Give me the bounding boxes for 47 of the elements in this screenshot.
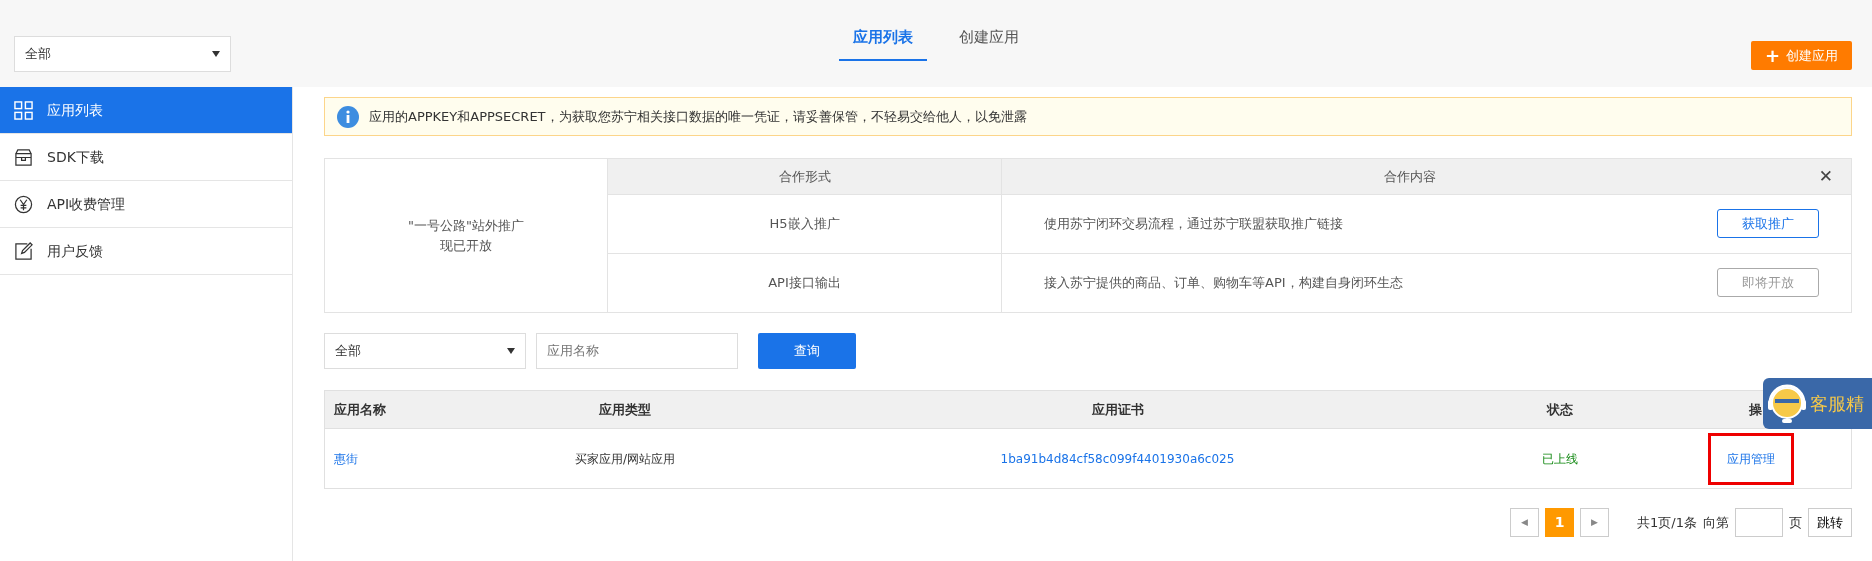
sidebar-item[interactable]: 用户反馈: [0, 228, 292, 275]
caret-icon: [507, 348, 515, 354]
prev-page-button[interactable]: ◀: [1510, 508, 1540, 537]
name-field[interactable]: 应用名称: [536, 333, 738, 369]
scope-select[interactable]: 全部: [14, 36, 231, 72]
column-header: 状态: [1547, 400, 1573, 419]
column-header: 应用证书: [1091, 400, 1144, 419]
table-cell-text: 买家应用/网站应用: [573, 450, 676, 468]
app-name-link[interactable]: 惠街: [325, 449, 475, 468]
grid-icon: [14, 100, 33, 120]
table-cell-text: H5嵌入推广: [769, 215, 840, 233]
support-widget[interactable]: 客服精: [1763, 378, 1872, 429]
goto-label: 向第: [1703, 513, 1729, 532]
certificate-link[interactable]: 1ba91b4d84cf58c099f4401930a6c025: [775, 449, 1460, 468]
tab[interactable]: 应用列表: [839, 26, 927, 61]
promo-title: "一号公路"站外推广 现已开放: [408, 217, 524, 255]
column-header: 操: [1749, 400, 1762, 419]
caret-icon: [212, 51, 220, 57]
page-summary: 共1页/1条: [1637, 513, 1697, 532]
table-cell-text: 使用苏宁闭环交易流程，通过苏宁联盟获取推广链接: [1044, 215, 1343, 233]
tab[interactable]: 创建应用: [945, 26, 1033, 61]
manage-link[interactable]: 应用管理: [1707, 432, 1794, 485]
status-text: 已上线: [1541, 450, 1579, 468]
sidebar-item[interactable]: 应用列表: [0, 87, 292, 134]
type-select[interactable]: 全部: [324, 333, 526, 369]
table-cell-text: API接口输出: [768, 274, 841, 292]
info-icon: [337, 105, 359, 128]
jump-button[interactable]: 跳转: [1808, 508, 1852, 537]
headset-icon: [1767, 382, 1807, 425]
sidebar-item[interactable]: SDK下载: [0, 134, 292, 181]
query-button[interactable]: 查询: [758, 333, 856, 369]
column-header: 应用名称: [333, 400, 386, 419]
column-header: 合作形式: [778, 167, 831, 186]
create-app-button[interactable]: + 创建应用: [1750, 41, 1852, 70]
page-number-field[interactable]: [1735, 508, 1783, 537]
sidebar-item[interactable]: API收费管理: [0, 181, 292, 228]
table-cell-text: 接入苏宁提供的商品、订单、购物车等API，构建自身闭环生态: [1044, 274, 1403, 292]
close-button[interactable]: ✕: [1818, 163, 1833, 190]
next-page-button[interactable]: ▶: [1580, 508, 1610, 537]
box-icon: [14, 147, 33, 167]
edit-icon: [14, 241, 33, 261]
page-unit: 页: [1789, 513, 1802, 532]
column-header: 应用类型: [599, 400, 651, 419]
column-header: 合作内容: [1384, 167, 1437, 186]
yen-icon: [14, 194, 33, 214]
notice-text: 应用的APPKEY和APPSECRET，为获取您苏宁相关接口数据的唯一凭证，请妥善保管，不轻易交给他人，以免泄露: [369, 107, 1027, 126]
promo-button[interactable]: 获取推广: [1717, 209, 1819, 239]
